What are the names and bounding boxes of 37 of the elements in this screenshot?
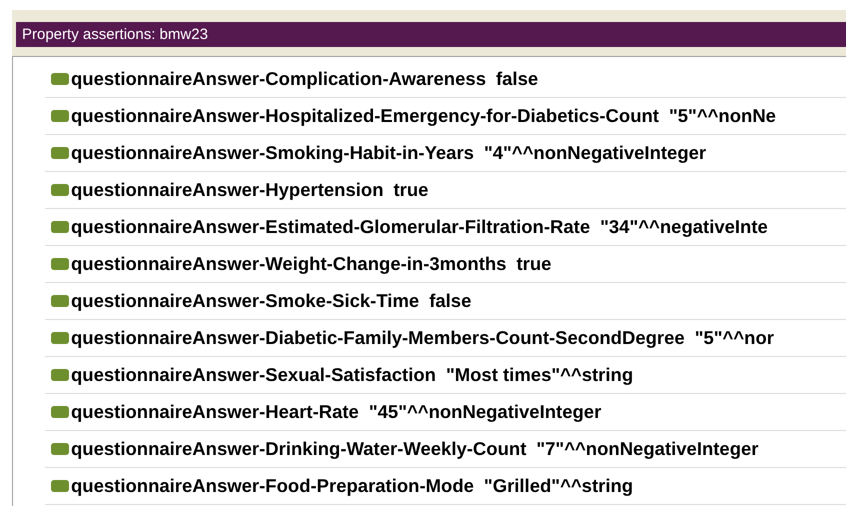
property-value: "Most times"^^string: [446, 363, 634, 388]
panel-title: Property assertions: bmw23: [16, 22, 846, 47]
property-name[interactable]: questionnaireAnswer-Sexual-Satisfaction: [71, 361, 436, 389]
property-icon: [51, 406, 69, 418]
property-icon: [51, 332, 69, 344]
property-icon: [51, 295, 69, 307]
property-value: "7"^^nonNegativeInteger: [536, 437, 758, 462]
property-value: "5"^^nonNe: [668, 104, 776, 128]
property-name[interactable]: questionnaireAnswer-Drinking-Water-Weekly-Count: [71, 435, 526, 463]
property-icon: [51, 221, 69, 233]
property-icon: [51, 110, 69, 122]
property-icon: [51, 73, 69, 85]
property-icon: [51, 369, 69, 381]
property-name[interactable]: questionnaireAnswer-Hypertension: [71, 176, 384, 204]
property-name[interactable]: questionnaireAnswer-Food-Preparation-Mode: [71, 472, 474, 500]
property-name[interactable]: questionnaireAnswer-Smoke-Sick-Time: [71, 287, 420, 315]
property-name[interactable]: questionnaireAnswer-Estimated-Glomerular-Filtration-Rate: [71, 213, 590, 241]
property-value: true: [516, 252, 552, 276]
property-icon: [51, 184, 69, 196]
property-icon: [51, 258, 69, 270]
property-value: true: [394, 178, 428, 202]
property-name[interactable]: questionnaireAnswer-Diabetic-Family-Members-Count-SecondDegree: [71, 324, 685, 352]
property-name[interactable]: questionnaireAnswer-Complication-Awareness: [71, 65, 486, 93]
property-value: "Grilled"^^string: [484, 474, 634, 498]
property-value: "5"^^nor: [694, 326, 774, 350]
property-value: "45"^^nonNegativeInteger: [368, 400, 602, 424]
property-value: "4"^^nonNegativeInteger: [484, 141, 706, 166]
property-value: false: [496, 67, 538, 92]
property-icon: [51, 443, 69, 455]
property-name[interactable]: questionnaireAnswer-Heart-Rate: [71, 398, 359, 426]
property-icon: [51, 147, 69, 159]
property-value: "34"^^negativeInte: [600, 215, 768, 240]
property-name[interactable]: questionnaireAnswer-Smoking-Habit-in-Years: [71, 139, 474, 167]
property-name[interactable]: questionnaireAnswer-Weight-Change-in-3months: [71, 250, 506, 278]
property-value: false: [429, 289, 472, 314]
property-name[interactable]: questionnaireAnswer-Hospitalized-Emergency-for-Diabetics-Count: [71, 102, 659, 130]
property-icon: [51, 480, 69, 492]
